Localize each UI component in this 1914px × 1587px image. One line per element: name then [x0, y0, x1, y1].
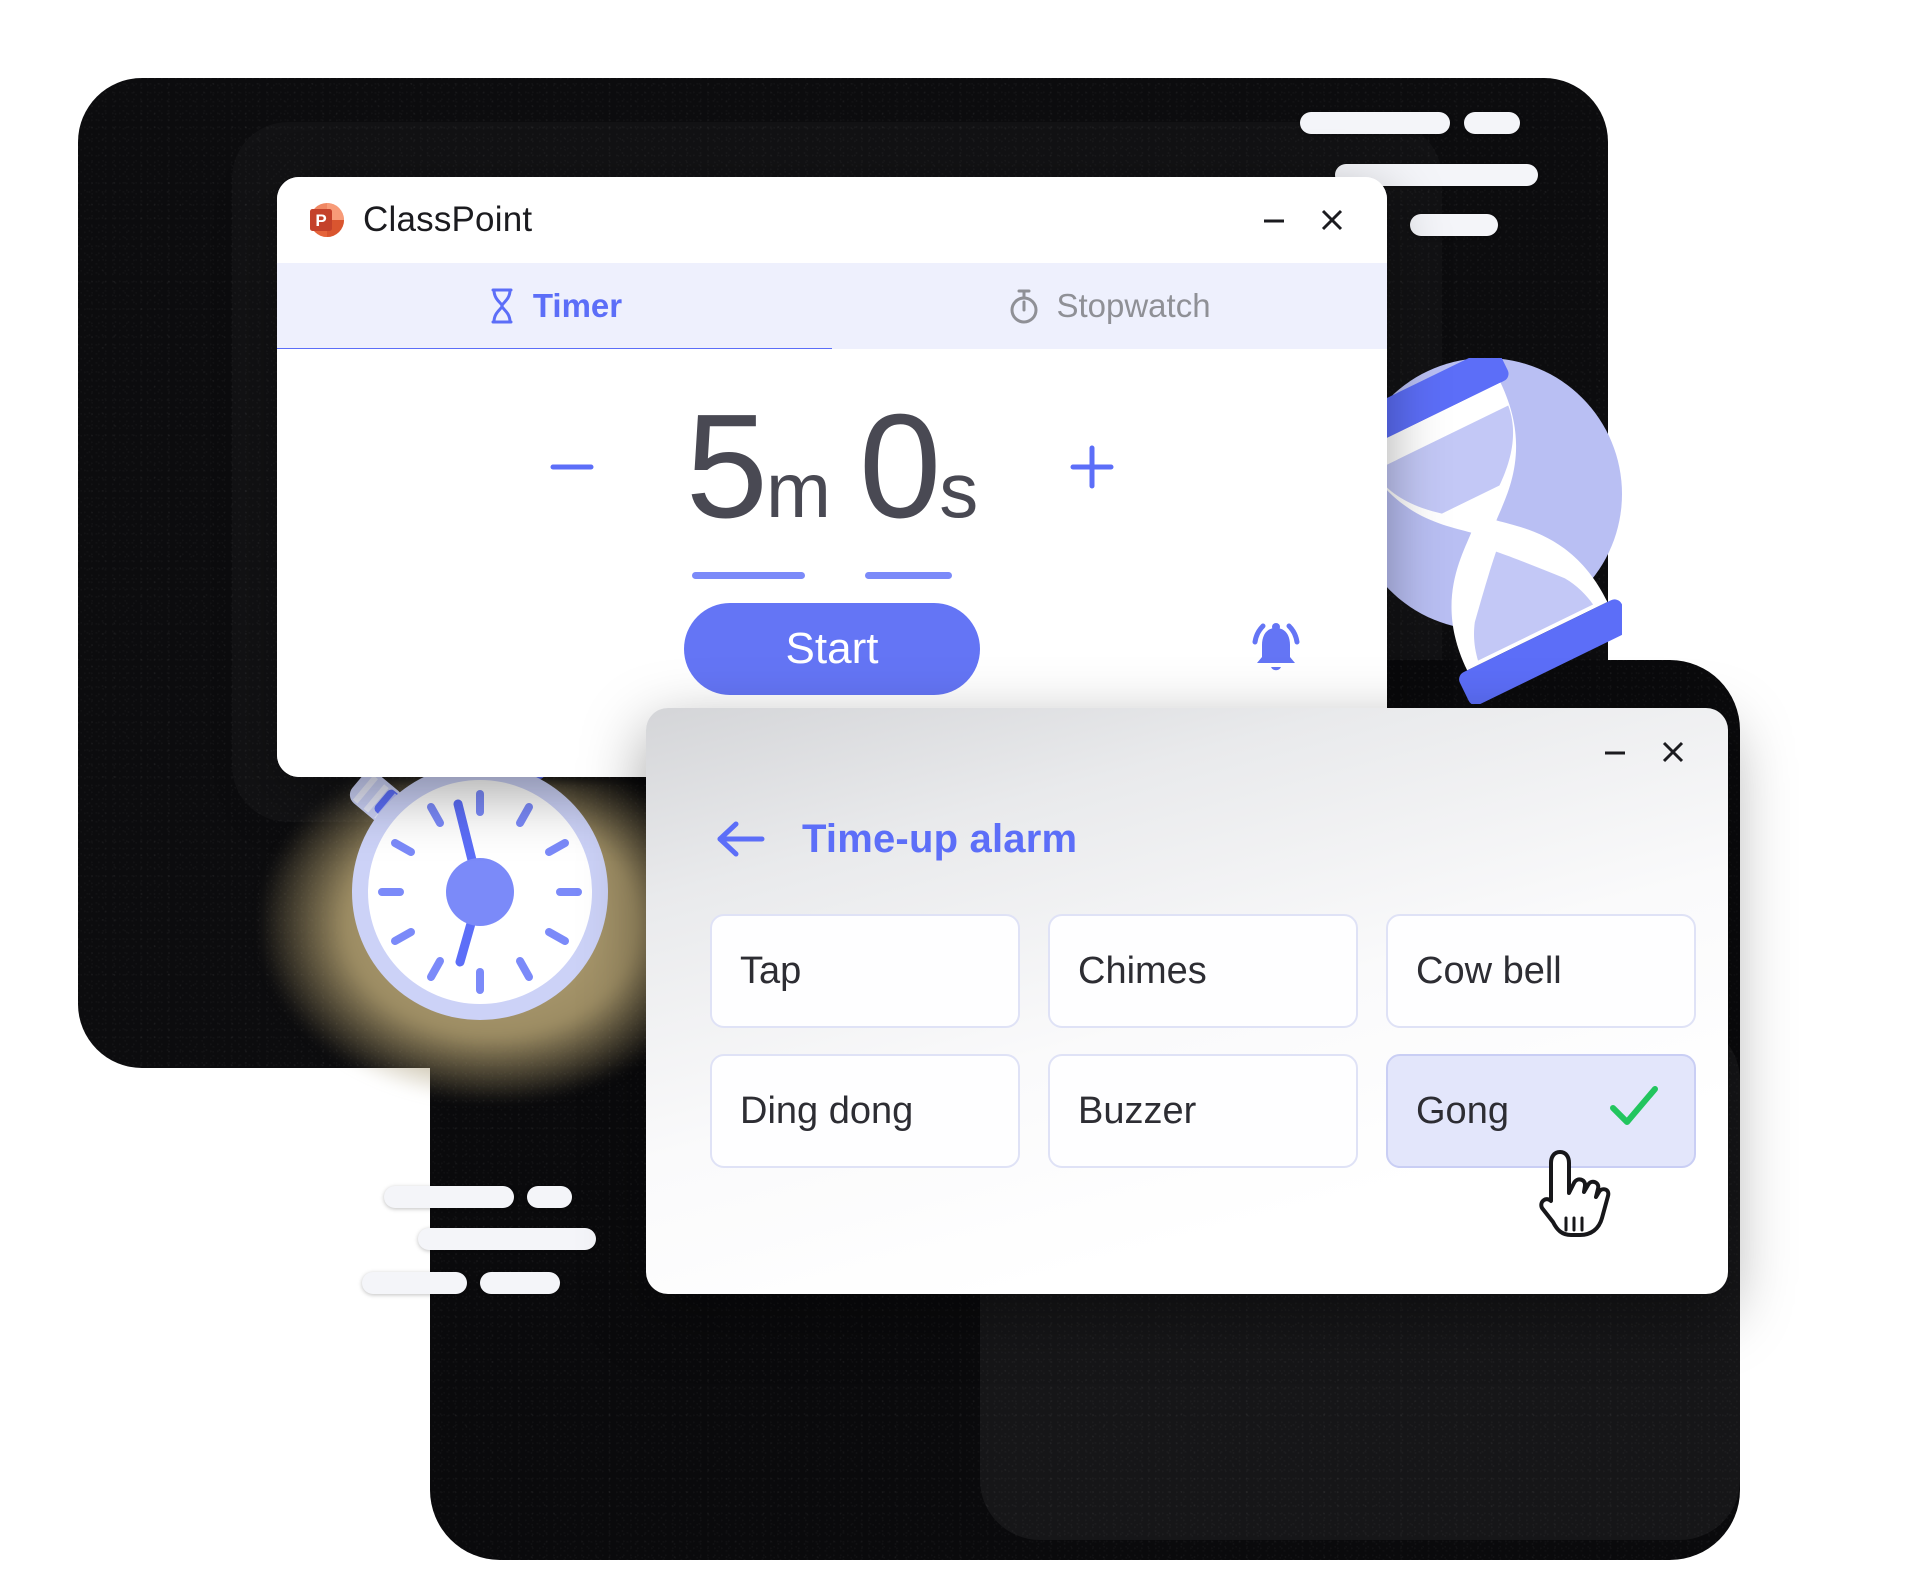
speed-dash — [1410, 214, 1498, 236]
alarm-options-grid: Tap Chimes Cow bell Ding dong Buzzer Gon… — [646, 870, 1728, 1168]
tab-timer-label: Timer — [532, 287, 623, 324]
minutes-value: 5 — [685, 384, 768, 549]
timer-action-row: Start — [277, 603, 1387, 695]
alarm-option-label: Buzzer — [1078, 1089, 1197, 1132]
alarm-option-label: Gong — [1416, 1089, 1509, 1132]
alarm-titlebar — [646, 708, 1728, 796]
minutes-unit: m — [766, 446, 831, 534]
speed-dash — [480, 1272, 560, 1294]
alarm-option-ding-dong[interactable]: Ding dong — [710, 1054, 1020, 1168]
tab-stopwatch-label: Stopwatch — [1056, 287, 1211, 324]
hourglass-illustration — [1350, 358, 1622, 704]
page-title: Time-up alarm — [802, 816, 1078, 861]
timer-close-button[interactable] — [1303, 191, 1361, 249]
alarm-option-label: Ding dong — [740, 1089, 914, 1132]
time-display: 5m 0s — [632, 393, 1032, 579]
speed-dash — [1464, 112, 1520, 134]
seconds-unit: s — [939, 446, 979, 534]
alarm-header: Time-up alarm — [646, 796, 1728, 870]
green-check-icon — [1608, 1084, 1660, 1138]
tab-stopwatch[interactable]: Stopwatch — [832, 263, 1387, 349]
tab-timer[interactable]: Timer — [277, 263, 832, 354]
timer-adjust-row: 5m 0s — [277, 349, 1387, 579]
seconds-underline — [864, 572, 953, 579]
alarm-option-buzzer[interactable]: Buzzer — [1048, 1054, 1358, 1168]
hourglass-icon — [487, 287, 517, 325]
alarm-option-label: Chimes — [1078, 949, 1207, 992]
classpoint-timer-window: P ClassPoint Timer Stopwatch 5m 0s Start — [277, 177, 1387, 777]
alarm-option-label: Cow bell — [1416, 949, 1562, 992]
speed-dash — [1300, 112, 1450, 134]
minutes-underline — [691, 572, 805, 579]
alarm-option-cow-bell[interactable]: Cow bell — [1386, 914, 1696, 1028]
speed-dash — [527, 1186, 572, 1208]
svg-text:P: P — [315, 211, 326, 230]
timer-minimize-button[interactable] — [1245, 191, 1303, 249]
start-button[interactable]: Start — [684, 603, 980, 695]
bell-ring-icon[interactable] — [1237, 610, 1315, 688]
seconds-segment[interactable]: 0s — [859, 393, 979, 579]
decrease-time-button[interactable] — [512, 440, 632, 494]
app-title: ClassPoint — [363, 200, 533, 239]
alarm-option-tap[interactable]: Tap — [710, 914, 1020, 1028]
alarm-option-gong[interactable]: Gong — [1386, 1054, 1696, 1168]
alarm-option-label: Tap — [740, 949, 802, 992]
increase-time-button[interactable] — [1032, 440, 1152, 494]
speed-dash — [362, 1272, 467, 1294]
speed-dash — [384, 1186, 514, 1208]
seconds-value: 0 — [858, 384, 941, 549]
timer-titlebar: P ClassPoint — [277, 177, 1387, 263]
timer-tab-bar: Timer Stopwatch — [277, 263, 1387, 354]
minutes-segment[interactable]: 5m — [686, 393, 831, 579]
arrow-left-icon[interactable] — [710, 808, 772, 870]
time-up-alarm-window: Time-up alarm Tap Chimes Cow bell Ding d… — [646, 708, 1728, 1294]
stopwatch-icon — [1008, 287, 1040, 325]
alarm-minimize-button[interactable] — [1586, 723, 1644, 781]
alarm-close-button[interactable] — [1644, 723, 1702, 781]
alarm-option-chimes[interactable]: Chimes — [1048, 914, 1358, 1028]
speed-dash — [418, 1228, 596, 1250]
powerpoint-logo: P — [305, 200, 345, 240]
hourglass-glyph — [1350, 358, 1622, 704]
